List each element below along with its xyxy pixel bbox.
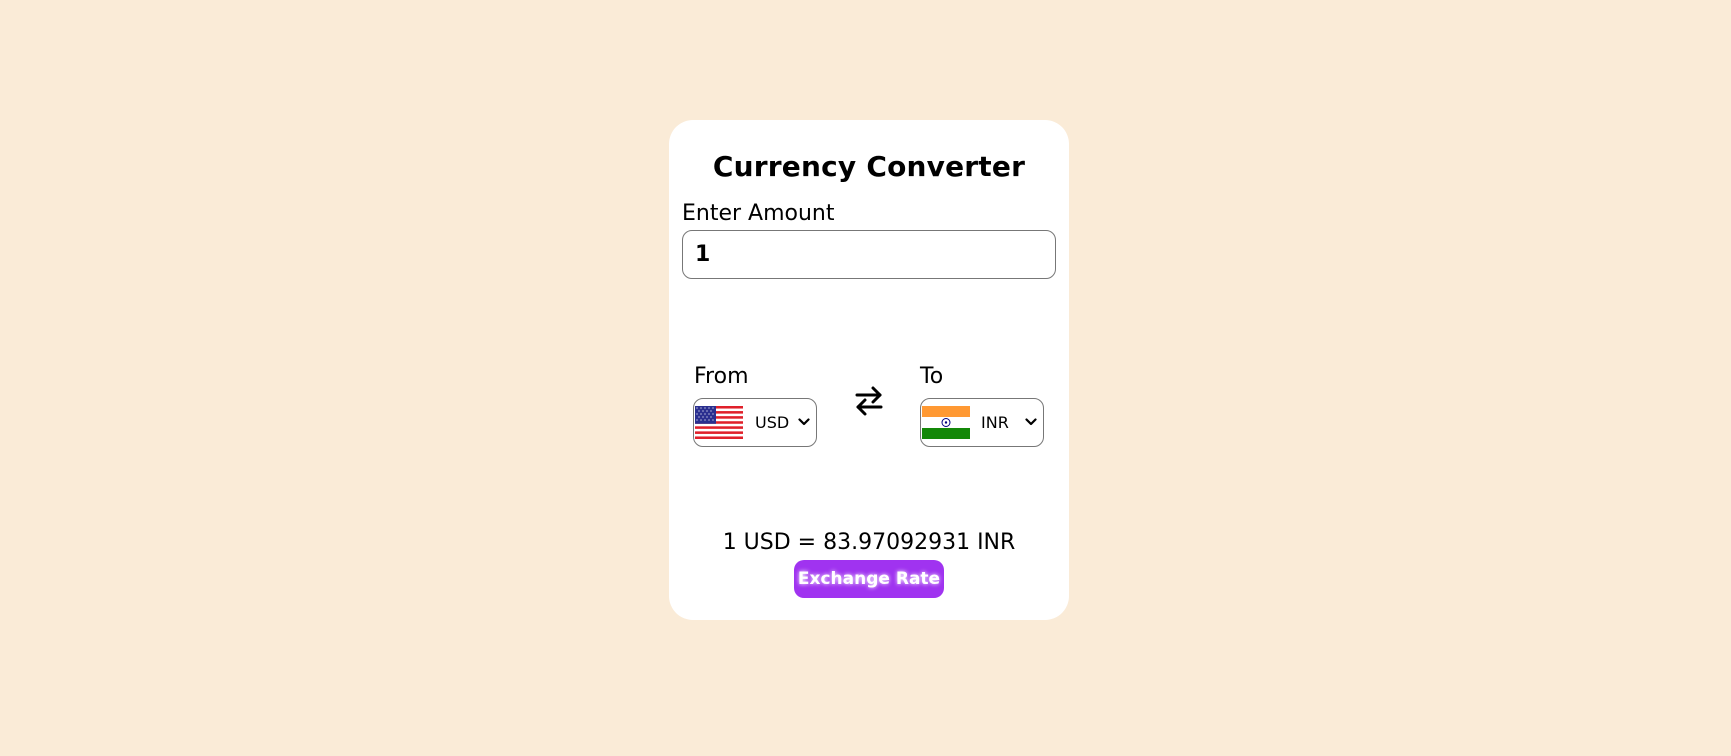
from-currency-code: USD <box>755 413 790 432</box>
india-flag-icon <box>922 406 970 439</box>
chevron-down-icon <box>798 418 810 426</box>
swap-arrows-icon[interactable] <box>852 384 886 418</box>
exchange-rate-button[interactable]: Exchange Rate <box>794 560 944 598</box>
amount-label: Enter Amount <box>682 201 835 226</box>
amount-input[interactable] <box>682 230 1056 279</box>
to-currency-code: INR <box>981 413 1009 432</box>
conversion-result: 1 USD = 83.97092931 INR <box>722 530 1016 555</box>
from-label: From <box>694 364 749 389</box>
to-currency-select[interactable]: INR <box>920 398 1044 447</box>
to-label: To <box>920 364 944 389</box>
converter-card: Currency Converter Enter Amount From USD <box>669 120 1069 620</box>
chevron-down-icon <box>1025 418 1037 426</box>
us-flag-icon <box>695 406 743 439</box>
from-currency-select[interactable]: USD <box>693 398 817 447</box>
app-title: Currency Converter <box>712 150 1026 183</box>
